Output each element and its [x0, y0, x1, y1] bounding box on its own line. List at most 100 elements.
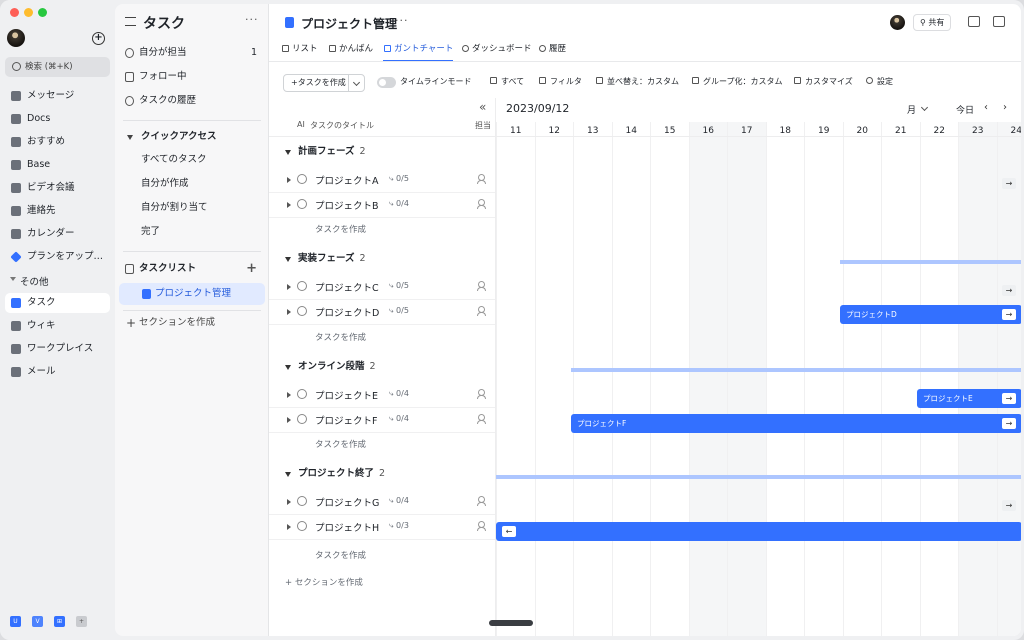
task-name[interactable]: プロジェクトC [315, 280, 379, 294]
create-section-button[interactable]: + セクションを作成 [119, 312, 265, 334]
share-button[interactable]: ⚲ 共有 [913, 14, 952, 31]
task-row[interactable]: プロジェクトH ⤷ 0/3 [269, 515, 495, 540]
sidebar-item-history[interactable]: タスクの履歴 [119, 90, 265, 112]
task-name[interactable]: プロジェクトH [315, 520, 379, 534]
nav-item-docs[interactable]: Docs [5, 109, 110, 129]
task-bar-h[interactable] [496, 522, 1021, 541]
chevron-right-icon[interactable]: › [1003, 102, 1007, 113]
member-avatar[interactable] [890, 15, 905, 30]
task-name[interactable]: プロジェクトD [315, 305, 379, 319]
group-implementation[interactable]: 実装フェーズ 2 [283, 249, 366, 269]
quick-access-section[interactable]: クイックアクセス [119, 126, 265, 148]
more-icon[interactable]: ··· [395, 14, 409, 27]
task-row[interactable]: プロジェクトC ⤷ 0/5 [269, 275, 495, 300]
create-task-link[interactable]: タスクを作成 [315, 331, 366, 343]
checkbox[interactable] [297, 496, 307, 506]
checkbox[interactable] [297, 389, 307, 399]
dock-app-u[interactable]: U [10, 616, 21, 627]
create-task-link[interactable]: タスクを作成 [315, 223, 366, 235]
task-name[interactable]: プロジェクトB [315, 198, 379, 212]
task-row[interactable]: プロジェクトB ⤷ 0/4 [269, 193, 495, 218]
customize-button[interactable]: カスタマイズ [794, 76, 853, 87]
today-button[interactable]: 今日 [956, 103, 974, 116]
more-icon[interactable]: ··· [245, 13, 259, 26]
minimize-window-button[interactable] [24, 8, 33, 17]
task-row[interactable]: プロジェクトD ⤷ 0/5 [269, 300, 495, 325]
task-bar-d[interactable]: プロジェクトD [840, 305, 1021, 324]
checkbox[interactable] [297, 174, 307, 184]
create-task-button[interactable]: +タスクを作成 [283, 74, 365, 92]
create-task-link[interactable]: タスクを作成 [315, 549, 366, 561]
task-name[interactable]: プロジェクトA [315, 173, 379, 187]
close-window-button[interactable] [10, 8, 19, 17]
dock-app-grid[interactable]: ⊞ [54, 616, 65, 627]
nav-item-calendar[interactable]: カレンダー [5, 224, 110, 244]
search-input[interactable]: 検索 (⌘+K) [5, 57, 110, 77]
expand-icon[interactable] [287, 499, 291, 505]
nav-item-video[interactable]: ビデオ会議 [5, 178, 110, 198]
expand-icon[interactable] [287, 392, 291, 398]
expand-icon[interactable] [287, 177, 291, 183]
task-row[interactable]: プロジェクトG ⤷ 0/4 [269, 490, 495, 515]
add-assignee-icon[interactable] [477, 521, 486, 531]
sidebar-item-following[interactable]: フォロー中 [119, 66, 265, 88]
checkbox[interactable] [297, 199, 307, 209]
task-row[interactable]: プロジェクトA ⤷ 0/5 [269, 168, 495, 193]
tab-list[interactable]: リスト [281, 42, 318, 62]
quick-item-done[interactable]: 完了 [119, 221, 265, 243]
cast-icon[interactable] [968, 16, 980, 27]
expand-icon[interactable] [287, 284, 291, 290]
tab-dashboard[interactable]: ダッシュボード [461, 42, 532, 62]
expand-icon[interactable] [287, 309, 291, 315]
arrow-right-icon[interactable]: → [1002, 418, 1016, 429]
nav-other-toggle[interactable]: その他 [6, 274, 49, 288]
add-assignee-icon[interactable] [477, 306, 486, 316]
quick-item-created[interactable]: 自分が作成 [119, 173, 265, 195]
checkbox[interactable] [297, 281, 307, 291]
task-row[interactable]: プロジェクトF ⤷ 0/4 [269, 408, 495, 433]
add-assignee-icon[interactable] [477, 496, 486, 506]
expand-icon[interactable] [287, 202, 291, 208]
user-avatar[interactable] [7, 29, 25, 47]
tasklist-section[interactable]: タスクリスト + [119, 258, 265, 280]
tab-history[interactable]: 履歴 [538, 42, 566, 62]
nav-item-base[interactable]: Base [5, 155, 110, 175]
task-row[interactable]: プロジェクトE ⤷ 0/4 [269, 383, 495, 408]
create-task-link[interactable]: タスクを作成 [315, 438, 366, 450]
dock-app-v[interactable]: V [32, 616, 43, 627]
maximize-window-button[interactable] [38, 8, 47, 17]
filter-button[interactable]: フィルタ [539, 76, 582, 87]
arrow-right-icon[interactable]: → [1002, 178, 1016, 189]
task-bar-f[interactable]: プロジェクトF [571, 414, 1021, 433]
create-plus-icon[interactable]: + [92, 32, 105, 45]
group-online[interactable]: オンライン段階 2 [283, 357, 376, 377]
nav-item-recommend[interactable]: おすすめ [5, 132, 110, 152]
sidebar-item-mine[interactable]: 自分が担当 1 [119, 42, 265, 64]
chevron-down-icon[interactable] [348, 75, 364, 91]
arrow-right-icon[interactable]: → [1002, 500, 1016, 511]
checkbox[interactable] [297, 306, 307, 316]
add-assignee-icon[interactable] [477, 281, 486, 291]
nav-item-workplace[interactable]: ワークプレイス [5, 339, 110, 359]
group-planning[interactable]: 計画フェーズ 2 [283, 142, 366, 162]
task-name[interactable]: プロジェクトG [315, 495, 379, 509]
arrow-right-icon[interactable]: → [1002, 393, 1016, 404]
add-assignee-icon[interactable] [477, 199, 486, 209]
expand-icon[interactable] [287, 417, 291, 423]
sidebar-collapse-icon[interactable] [125, 17, 136, 26]
tasklist-item-project[interactable]: プロジェクト管理 [119, 283, 265, 305]
task-name[interactable]: プロジェクトE [315, 388, 378, 402]
tab-kanban[interactable]: かんばん [328, 42, 373, 62]
nav-item-mail[interactable]: メール [5, 362, 110, 382]
checkbox[interactable] [297, 521, 307, 531]
tab-gantt[interactable]: ガントチャート [383, 42, 454, 62]
add-assignee-icon[interactable] [477, 414, 486, 424]
add-tasklist-icon[interactable]: + [246, 258, 257, 280]
quick-item-assigned[interactable]: 自分が割り当て [119, 197, 265, 219]
new-window-icon[interactable] [993, 16, 1005, 27]
add-assignee-icon[interactable] [477, 174, 486, 184]
dock-add-button[interactable]: + [76, 616, 87, 627]
all-button[interactable]: すべて [490, 76, 524, 87]
add-assignee-icon[interactable] [477, 389, 486, 399]
nav-item-wiki[interactable]: ウィキ [5, 316, 110, 336]
